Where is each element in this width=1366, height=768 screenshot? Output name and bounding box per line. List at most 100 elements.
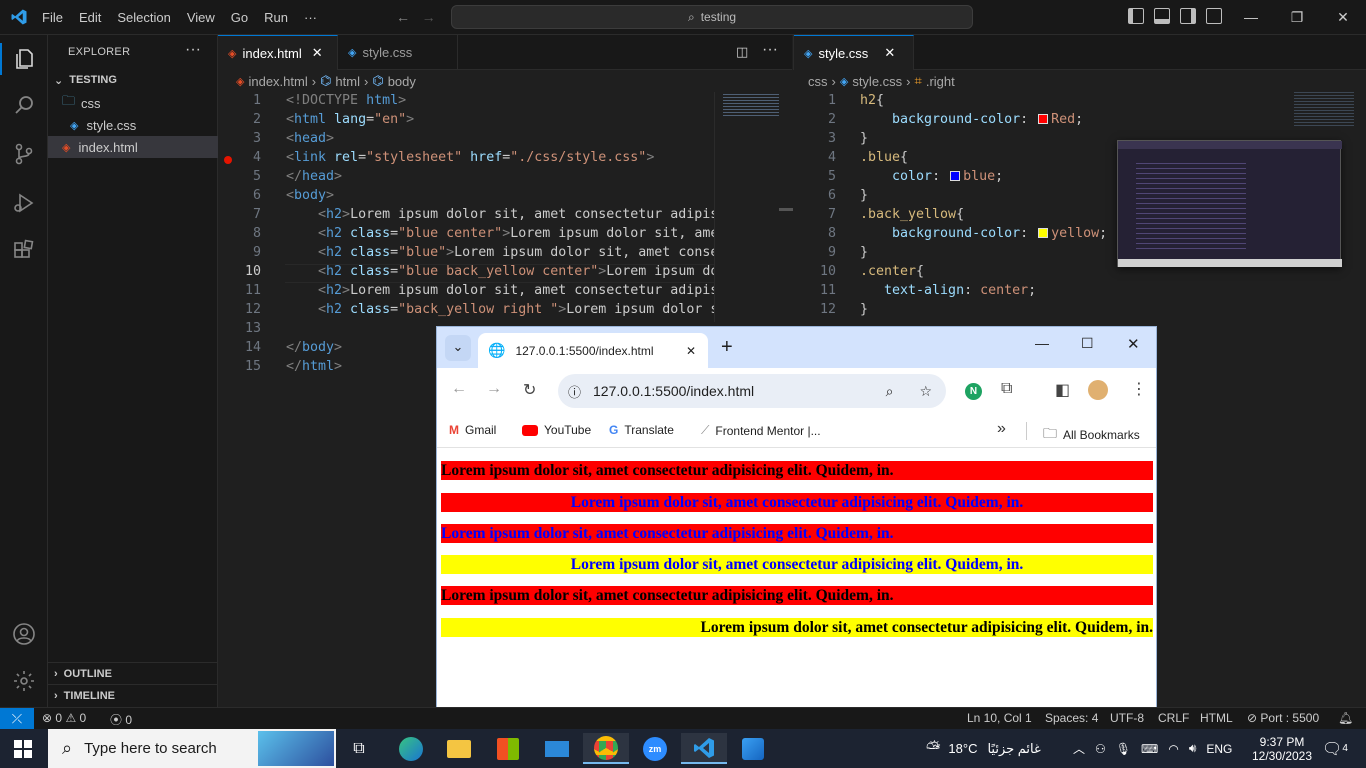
customize-layout-icon[interactable] [1206,8,1222,24]
action-center[interactable]: 🗨︎ 4 [1322,729,1348,768]
file-explorer-icon[interactable] [436,733,482,764]
close-icon[interactable]: ✕ [1127,335,1140,353]
menu-view[interactable]: View [179,10,223,25]
outline-section[interactable]: › OUTLINE [48,662,218,684]
toggle-panel-icon[interactable] [1154,8,1170,24]
language-mode[interactable]: HTML [1200,711,1233,725]
photos-icon[interactable] [730,733,776,764]
taskbar-search[interactable]: ⌕ Type here to search [48,729,336,768]
line-number[interactable]: 15 [221,359,261,374]
reload-icon[interactable]: ↻ [523,380,536,400]
breadcrumb-item[interactable]: style.css [852,74,902,89]
input-method-icon[interactable]: ⌨ [1141,742,1158,756]
menu-go[interactable]: Go [223,10,256,25]
problems-indicator[interactable]: ⊗ 0 ⚠ 0 [42,711,86,725]
menu-selection[interactable]: Selection [109,10,178,25]
breadcrumb-item[interactable]: html [335,74,360,89]
menu-edit[interactable]: Edit [71,10,109,25]
explorer-more-icon[interactable]: ··· [185,41,201,59]
line-number[interactable]: 12 [221,302,261,317]
tab-index-html[interactable]: ◈ index.html ✕ [218,35,338,70]
line-number[interactable]: 1 [796,93,836,108]
tree-item-style-css[interactable]: ◈ style.css [48,114,218,136]
remote-indicator-icon[interactable]: ⤫ [0,708,34,730]
extensions-icon[interactable] [12,239,36,263]
clock[interactable]: 9:37 PM 12/30/2023 [1250,729,1314,768]
chrome-menu-icon[interactable]: ⋮ [1131,379,1147,399]
color-swatch[interactable] [1038,114,1049,124]
project-folder[interactable]: ⌄ TESTING [48,69,218,91]
breadcrumb-item[interactable]: body [388,74,416,89]
bookmark-translate[interactable]: G Translate [609,423,674,437]
breadcrumb-item[interactable]: .right [926,74,955,89]
line-number[interactable]: 3 [796,131,836,146]
zoom-icon[interactable]: ⌕ [886,383,894,400]
line-number[interactable]: 2 [221,112,261,127]
bookmark-gmail[interactable]: M Gmail [449,423,496,437]
line-number[interactable]: 10 [221,264,261,279]
line-number[interactable]: 6 [221,188,261,203]
line-number[interactable]: 8 [796,226,836,241]
browser-tab[interactable]: 🌐 127.0.0.1:5500/index.html ✕ [478,333,708,368]
breadcrumb-item[interactable]: index.html [248,74,307,89]
microphone-icon[interactable]: 🎙︎ [1116,742,1131,756]
encoding[interactable]: UTF-8 [1110,711,1144,725]
line-number[interactable]: 12 [796,302,836,317]
windows-start-icon[interactable] [14,740,32,758]
line-number[interactable]: 13 [221,321,261,336]
close-icon[interactable]: ✕ [1320,0,1366,35]
back-arrow-icon[interactable]: ← [451,380,467,398]
line-ending[interactable]: CRLF [1158,711,1189,725]
line-number[interactable]: 7 [796,207,836,222]
explorer-icon[interactable] [12,47,36,71]
tab-close-icon[interactable]: ✕ [312,45,323,61]
editor-more-icon[interactable]: ··· [762,41,778,59]
indentation[interactable]: Spaces: 4 [1045,711,1098,725]
scrollbar-thumb[interactable] [779,208,793,211]
live-server-port[interactable]: ⊘ Port : 5500 [1247,711,1319,725]
minimap[interactable] [714,92,793,322]
split-editor-icon[interactable]: ◫ [736,44,748,60]
line-number[interactable]: 9 [221,245,261,260]
all-bookmarks-button[interactable]: 🗀 All Bookmarks [1043,423,1140,447]
side-panel-icon[interactable]: ◧ [1055,380,1070,400]
line-number[interactable]: 7 [221,207,261,222]
edge-icon[interactable] [388,733,434,764]
language-indicator[interactable]: ENG [1206,742,1232,756]
cursor-position[interactable]: Ln 10, Col 1 [967,711,1032,725]
line-number[interactable]: 3 [221,131,261,146]
line-number[interactable]: 5 [221,169,261,184]
wifi-icon[interactable]: ◠ [1168,742,1178,756]
ports-indicator[interactable]: ⦿ 0 [110,711,132,728]
breakpoint-icon[interactable] [224,156,232,164]
tab-close-icon[interactable]: ✕ [884,45,895,61]
line-number[interactable]: 1 [221,93,261,108]
line-number[interactable]: 5 [796,169,836,184]
tab-style-css[interactable]: ◈ style.css [338,35,458,70]
screenshot-thumbnail[interactable] [1117,140,1342,267]
menu-file[interactable]: File [34,10,71,25]
line-number[interactable]: 9 [796,245,836,260]
notifications-bell-icon[interactable]: 🔔︎ [1338,711,1353,725]
tab-close-icon[interactable]: ✕ [686,344,696,358]
line-number[interactable]: 2 [796,112,836,127]
color-swatch[interactable] [1038,228,1049,238]
line-number[interactable]: 8 [221,226,261,241]
tab-style-css-right[interactable]: ◈ style.css ✕ [794,35,914,70]
zoom-icon[interactable]: zm [632,733,678,764]
line-number[interactable]: 6 [796,188,836,203]
security-icon[interactable]: ⚇ [1095,742,1106,756]
restore-icon[interactable]: ❐ [1274,0,1320,35]
profile-avatar[interactable] [1088,380,1108,400]
menu-more[interactable]: ··· [296,10,325,25]
weather-widget[interactable]: ⛅︎ 18°C غائم جزئيًا [926,729,1041,768]
minimize-icon[interactable]: — [1035,335,1049,351]
tab-search-icon[interactable]: ⌄ [445,335,471,361]
line-number[interactable]: 4 [796,150,836,165]
toggle-secondary-sidebar-icon[interactable] [1180,8,1196,24]
maximize-icon[interactable]: ☐ [1081,335,1094,352]
volume-icon[interactable]: 🔊︎ [1189,741,1197,756]
microsoft-store-icon[interactable] [485,733,531,764]
address-bar[interactable]: ⓘ 127.0.0.1:5500/index.html ⌕ ☆ [558,374,946,408]
breadcrumb-item[interactable]: css [808,74,828,89]
